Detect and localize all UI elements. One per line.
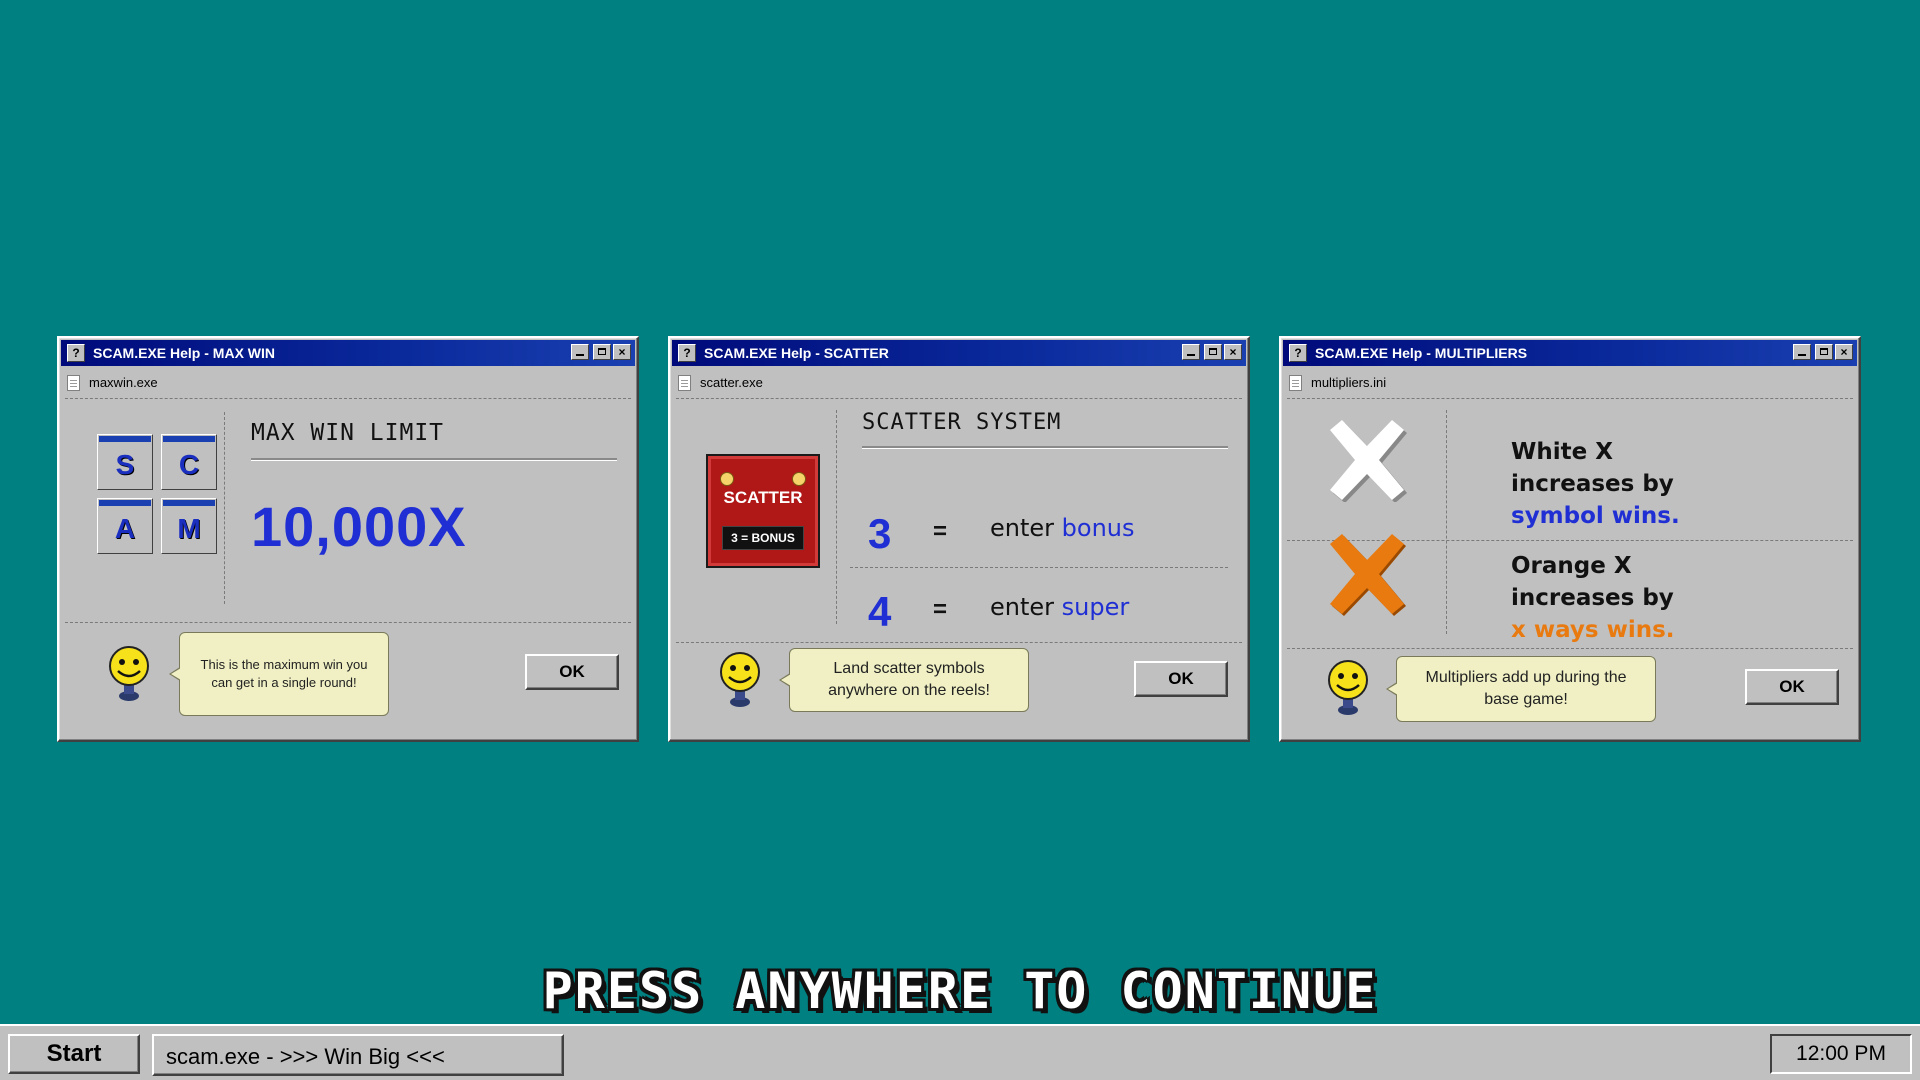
window-title: SCAM.EXE Help - SCATTER [704,345,889,361]
tile-letter: C [178,449,200,480]
file-name: maxwin.exe [89,375,158,390]
divider [1287,398,1853,399]
maximize-button[interactable] [1815,344,1833,360]
divider [676,398,1242,399]
section-heading: MAX WIN LIMIT [251,420,445,446]
minimize-button[interactable] [1793,344,1811,360]
equals-sign: = [933,518,948,545]
assistant-smiley-icon [1328,660,1368,715]
taskbar-item-scam-exe[interactable]: scam.exe - >>> Win Big <<< [152,1034,564,1076]
heading-rule [862,446,1228,449]
orange-x-icon [1330,534,1406,616]
assistant-smiley-icon [109,646,149,701]
tile-c: C [161,434,217,490]
scatter-count: 4 [868,588,892,635]
minimize-button[interactable] [571,344,589,360]
file-icon [67,375,80,391]
tile-s: S [97,434,153,490]
tile-a: A [97,498,153,554]
heading-rule [251,458,617,461]
description-highlight: symbol wins. [1511,503,1680,529]
file-bar: scatter.exe [676,372,1242,394]
file-icon [678,375,691,391]
scatter-badge: 3 = BONUS [722,526,804,550]
divider [65,622,631,623]
divider [65,398,631,399]
tip-bubble: Land scatter symbols anywhere on the ree… [779,648,1029,712]
file-name: multipliers.ini [1311,375,1387,390]
description-line: Orange X [1511,553,1632,579]
tile-letter: A [114,513,136,544]
press-anywhere-prompt[interactable]: PRESS ANYWHERE TO CONTINUE [0,962,1920,1020]
divider [676,642,1242,643]
rule-mode: bonus [1061,514,1135,542]
file-icon [1289,375,1302,391]
maximize-button[interactable] [1204,344,1222,360]
divider [850,567,1228,568]
equals-sign: = [933,596,948,623]
taskbar: Start scam.exe - >>> Win Big <<< 12:00 P… [0,1024,1920,1080]
close-button[interactable]: × [1224,344,1242,360]
help-window-max-win: ? SCAM.EXE Help - MAX WIN × maxwin.exe S… [57,336,639,742]
description-line: increases by [1511,471,1674,497]
start-button[interactable]: Start [8,1034,140,1074]
title-bar[interactable]: ? SCAM.EXE Help - MULTIPLIERS × [1283,340,1857,366]
help-icon: ? [1289,344,1307,362]
tile-letter: S [115,449,135,480]
section-heading: SCATTER SYSTEM [862,410,1062,435]
ok-button[interactable]: OK [525,654,619,690]
tip-bubble: Multipliers add up during the base game! [1386,656,1656,722]
light-dot [792,472,806,486]
window-title: SCAM.EXE Help - MAX WIN [93,345,276,361]
scatter-count: 3 [868,510,892,557]
rule-mode: super [1061,593,1130,621]
description-line: White X [1511,439,1613,465]
ok-button[interactable]: OK [1745,669,1839,705]
scatter-symbol-icon: SCATTER 3 = BONUS [706,454,820,568]
file-bar: maxwin.exe [65,372,631,394]
description-line: increases by [1511,585,1674,611]
light-dot [720,472,734,486]
scatter-rule-text: enter super [990,593,1129,621]
window-title: SCAM.EXE Help - MULTIPLIERS [1315,345,1528,361]
help-icon: ? [67,344,85,362]
divider [836,410,837,624]
rule-prefix: enter [990,514,1062,542]
file-bar: multipliers.ini [1287,372,1853,394]
tile-m: M [161,498,217,554]
tip-bubble: This is the maximum win you can get in a… [169,632,389,716]
title-bar[interactable]: ? SCAM.EXE Help - SCATTER × [672,340,1246,366]
white-x-description: White X increases by symbol wins. [1511,436,1680,532]
description-highlight: x ways wins. [1511,617,1675,643]
scatter-rule-text: enter bonus [990,514,1135,542]
scatter-label: SCATTER [723,488,803,507]
ok-button[interactable]: OK [1134,661,1228,697]
close-button[interactable]: × [1835,344,1853,360]
tile-letter: M [177,513,201,544]
assistant-smiley-icon [720,652,760,707]
max-win-value: 10,000X [251,495,467,558]
rule-prefix: enter [990,593,1062,621]
title-bar[interactable]: ? SCAM.EXE Help - MAX WIN × [61,340,635,366]
orange-x-description: Orange X increases by x ways wins. [1511,550,1675,646]
divider [224,412,225,604]
maximize-button[interactable] [593,344,611,360]
divider [1446,410,1447,634]
white-x-icon [1330,420,1407,502]
file-name: scatter.exe [700,375,763,390]
divider [1287,648,1853,649]
close-button[interactable]: × [613,344,631,360]
minimize-button[interactable] [1182,344,1200,360]
clock: 12:00 PM [1770,1034,1912,1074]
help-icon: ? [678,344,696,362]
